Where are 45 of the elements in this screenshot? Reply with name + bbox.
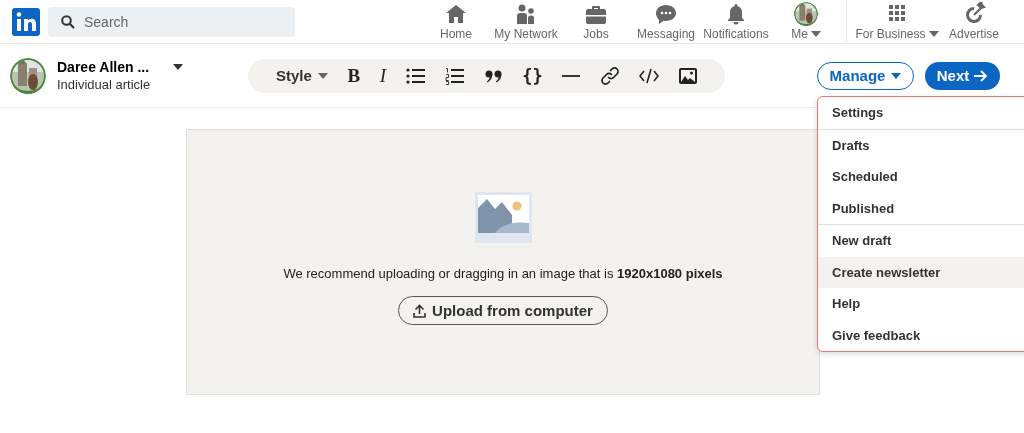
caret-icon <box>317 72 328 79</box>
caret-icon <box>928 31 939 37</box>
italic-button[interactable]: I <box>379 64 386 87</box>
nav-item[interactable]: Jobs <box>561 0 631 44</box>
image-icon[interactable] <box>679 67 697 84</box>
menu-item[interactable]: Help <box>818 288 1024 320</box>
style-dropdown[interactable]: Style <box>276 67 328 84</box>
nav-item[interactable]: Me <box>771 0 841 44</box>
nav-item[interactable]: Messaging <box>631 0 701 44</box>
nav-item[interactable]: Advertise <box>942 0 1006 44</box>
quote-icon[interactable] <box>484 68 503 83</box>
cover-image-dropzone[interactable]: We recommend uploading or dragging in an image that is 1920x1080 pixels Upload from computer <box>186 129 820 395</box>
caret-icon <box>810 31 821 37</box>
nav-item[interactable]: Notifications <box>701 0 771 44</box>
upload-icon <box>413 303 427 318</box>
author-name: Daree Allen ... <box>57 59 150 75</box>
nav-item[interactable]: For Business <box>852 0 942 44</box>
image-placeholder-icon <box>474 192 532 243</box>
horizontal-rule-icon[interactable] <box>562 73 581 78</box>
caret-icon <box>891 72 902 79</box>
upload-hint: We recommend uploading or dragging in an image that is 1920x1080 pixels <box>283 266 723 281</box>
menu-item[interactable]: Settings <box>818 97 1024 129</box>
code-icon[interactable] <box>639 67 660 84</box>
link-icon[interactable] <box>599 65 620 86</box>
numbered-list-icon[interactable] <box>445 66 466 85</box>
menu-item[interactable]: Scheduled <box>818 161 1024 193</box>
manage-button[interactable]: Manage <box>817 61 914 90</box>
bold-button[interactable]: B <box>347 64 361 87</box>
nav-item[interactable]: My Network <box>491 0 561 44</box>
menu-item[interactable]: Create newsletter <box>818 256 1024 288</box>
bulleted-list-icon[interactable] <box>405 66 426 85</box>
search-icon <box>61 14 75 29</box>
code-block-button[interactable]: {} <box>522 65 543 86</box>
article-type: Individual article <box>57 77 152 92</box>
logo-icon[interactable] <box>12 7 40 36</box>
dropdown-caret-icon <box>173 64 184 70</box>
menu-item[interactable]: New draft <box>818 225 1024 257</box>
nav-item[interactable]: Home <box>421 0 491 44</box>
next-button[interactable]: Next <box>925 61 1000 90</box>
arrow-right-icon <box>974 69 989 82</box>
menu-item[interactable]: Drafts <box>818 129 1024 161</box>
search-field[interactable]: Search <box>48 6 295 37</box>
menu-item[interactable]: Published <box>818 192 1024 224</box>
menu-item[interactable]: Give feedback <box>818 319 1024 351</box>
home-icon <box>444 2 468 26</box>
